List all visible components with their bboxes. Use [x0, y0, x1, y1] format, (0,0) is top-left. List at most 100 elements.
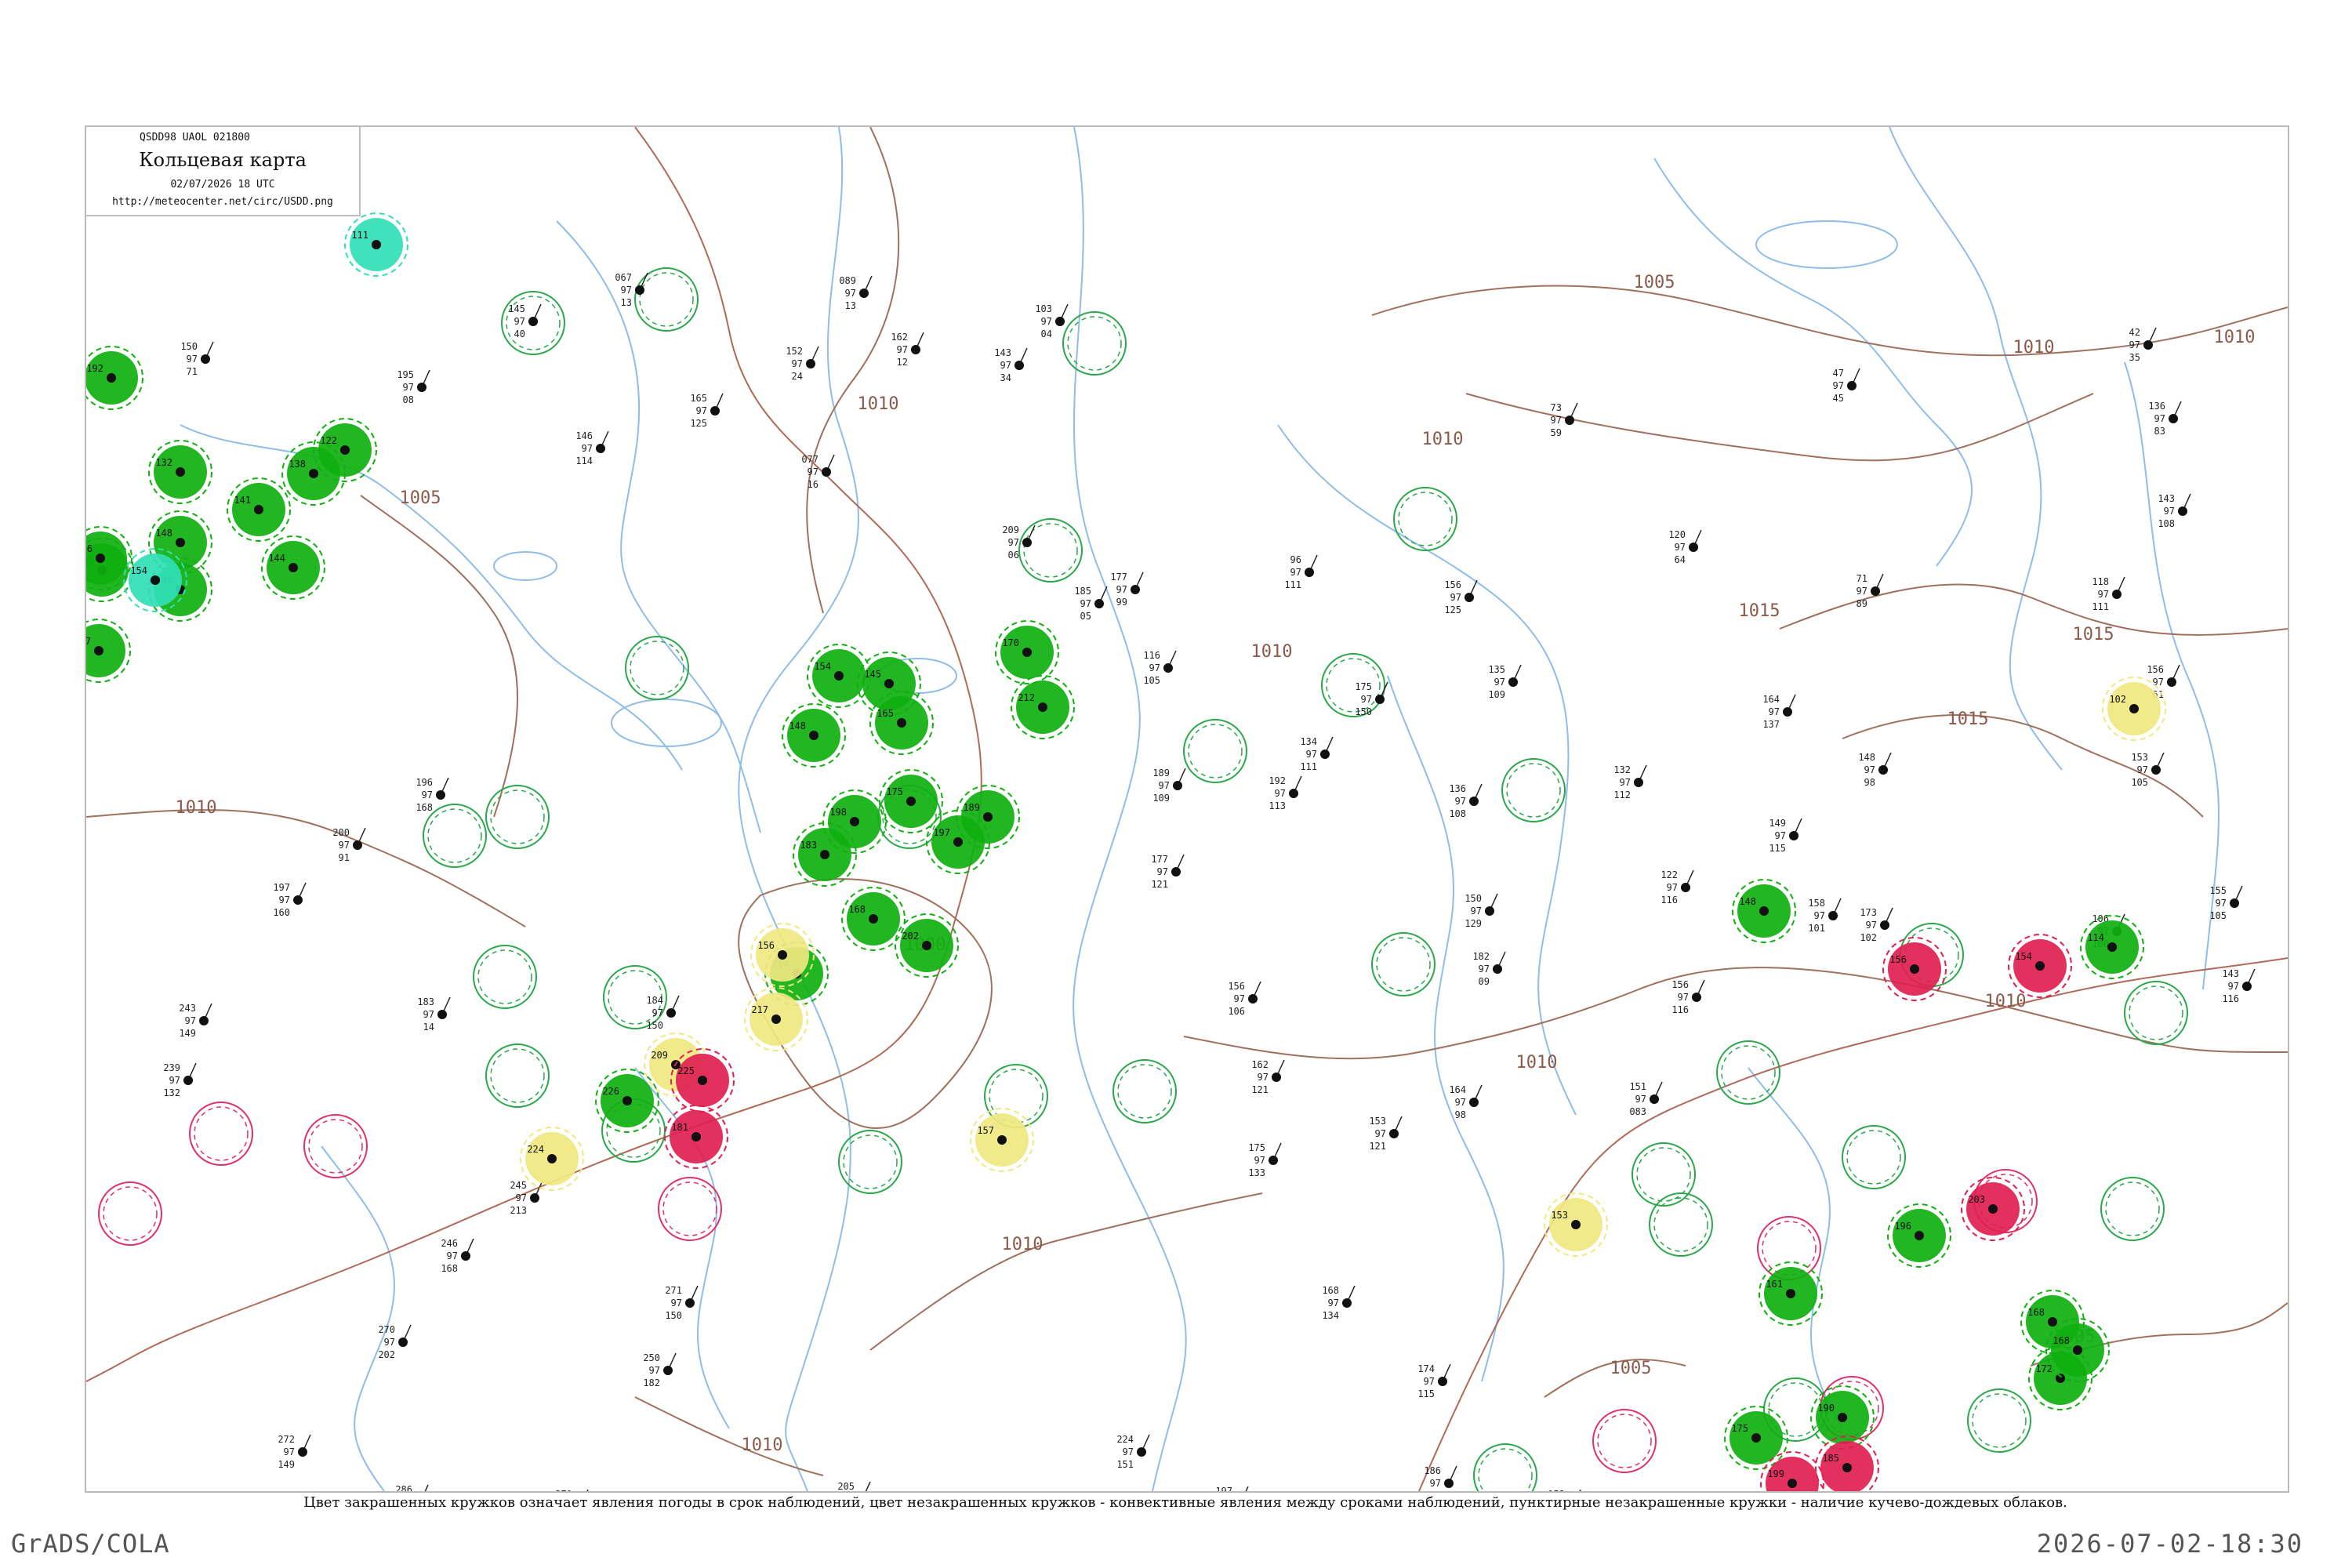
- station-dew: 12: [897, 357, 908, 368]
- station-temp: 153: [1548, 1489, 1565, 1491]
- wind-barb: [1245, 1486, 1249, 1491]
- station-marker: [2129, 704, 2139, 713]
- cb-ring: [1972, 1393, 2027, 1448]
- station-plot: 14997 115: [1769, 818, 1802, 854]
- convective-ring: [1473, 1443, 1537, 1491]
- convective-circle: [1018, 518, 1083, 583]
- station-dew: 121: [1369, 1141, 1386, 1152]
- weather-circle: 153: [1544, 1192, 1608, 1257]
- station-temp: 272: [278, 1434, 295, 1445]
- cb-ring: [1846, 1130, 1901, 1185]
- convective-ring: [1112, 1059, 1177, 1123]
- station-weather: 97: [1254, 1155, 1265, 1166]
- convective-ring: [1321, 653, 1385, 717]
- station-temp: 184: [646, 995, 663, 1006]
- convective-ring: [1842, 1125, 1906, 1189]
- station-weather: 97: [1814, 910, 1825, 921]
- station-marker: [1320, 750, 1330, 759]
- station-marker: [2035, 961, 2045, 971]
- station-marker: [1022, 538, 1032, 547]
- station-marker: [1248, 994, 1258, 1004]
- station-dew: 137: [1762, 719, 1780, 730]
- convective-ring: [658, 1177, 722, 1241]
- station-marker: [1094, 599, 1104, 608]
- weather-circle: 132: [148, 440, 212, 504]
- convective-circle: [1649, 1192, 1713, 1257]
- station-marker: [530, 1193, 539, 1203]
- station-dew: 125: [1444, 604, 1461, 615]
- circle-value: 225: [677, 1065, 695, 1076]
- station-plot: 136 97108: [1449, 783, 1483, 819]
- station-temp: 143: [2222, 968, 2239, 979]
- station-weather: 97: [1328, 1298, 1339, 1308]
- station-dew: 132: [163, 1087, 180, 1098]
- station-dew: 112: [1613, 789, 1631, 800]
- station-weather: 97: [514, 316, 525, 327]
- station-plot: 17797 99: [1110, 572, 1144, 608]
- station-temp: 250: [643, 1352, 660, 1363]
- station-temp: 153: [1369, 1116, 1386, 1127]
- footer-software: GrADS/COLA: [11, 1529, 170, 1559]
- circle-value: 170: [1002, 637, 1019, 648]
- convective-ring: [1967, 1388, 2031, 1453]
- station-weather: 97: [1455, 1097, 1466, 1108]
- station-dew: 125: [690, 418, 707, 429]
- convective-ring: [423, 804, 487, 868]
- station-temp: 173: [1860, 907, 1877, 918]
- circle-value: 199: [1767, 1468, 1784, 1479]
- station-dew: 45: [1833, 393, 1844, 404]
- station-marker: [1915, 1231, 1924, 1240]
- station-marker: [906, 797, 916, 806]
- convective-circle: [1062, 311, 1127, 376]
- station-weather: 97: [1450, 592, 1461, 603]
- station-marker: [1880, 920, 1889, 930]
- station-marker: [1465, 593, 1474, 602]
- station-dew: 111: [1300, 761, 1317, 772]
- weather-circle: 217: [744, 987, 808, 1051]
- station-temp: 200: [332, 827, 350, 838]
- station-marker: [289, 563, 298, 572]
- cb-ring: [490, 789, 545, 844]
- station-marker: [1014, 361, 1024, 370]
- station-dew: 149: [179, 1028, 196, 1039]
- station-dew: 116: [1661, 895, 1678, 906]
- station-marker: [1163, 663, 1173, 673]
- convective-circle: [1592, 1409, 1657, 1473]
- station-weather: 97: [1375, 1128, 1386, 1139]
- station-temp: 158: [1808, 898, 1825, 909]
- station-marker: [1789, 831, 1798, 840]
- weather-circle: 144: [261, 535, 325, 600]
- convective-ring: [1649, 1192, 1713, 1257]
- station-dew: 151: [1116, 1459, 1134, 1470]
- station-dew: 115: [1417, 1388, 1435, 1399]
- station-marker: [353, 840, 362, 850]
- station-weather: 97: [2137, 764, 2148, 775]
- station-plot: 07797 16: [801, 454, 835, 490]
- station-dew: 202: [378, 1349, 395, 1360]
- station-temp: 168: [1322, 1285, 1339, 1296]
- weather-circles: 192 132 148 111 122 141 120 126 136 154 117 138 144 1…: [86, 212, 2166, 1491]
- circle-value: 153: [1551, 1210, 1568, 1221]
- station-marker: [778, 950, 787, 960]
- station-temp: 182: [1472, 951, 1490, 962]
- station-marker: [1055, 317, 1065, 326]
- weather-circle: 154: [2008, 934, 2072, 998]
- cb-ring: [662, 1181, 717, 1236]
- station-weather: 97: [2154, 413, 2165, 424]
- map-url[interactable]: http://meteocenter.net/circ/USDD.png: [86, 196, 359, 208]
- convective-circle: [303, 1114, 368, 1178]
- station-weather: 97: [2129, 339, 2140, 350]
- station-weather: 97: [1551, 415, 1562, 426]
- wind-barb: [865, 1481, 871, 1491]
- station-marker: [1571, 1220, 1581, 1229]
- station-temp: 96: [1290, 554, 1301, 565]
- station-weather: 97: [1667, 882, 1678, 893]
- station-weather: 97: [1675, 542, 1686, 553]
- circle-value: 192: [86, 363, 103, 374]
- circle-value: 168: [2027, 1307, 2045, 1318]
- cb-ring: [1117, 1064, 1172, 1119]
- station-plot: 73 9759: [1551, 402, 1578, 438]
- station-dew: 98: [1864, 777, 1875, 788]
- cb-ring: [477, 949, 532, 1004]
- station-marker: [2242, 982, 2252, 991]
